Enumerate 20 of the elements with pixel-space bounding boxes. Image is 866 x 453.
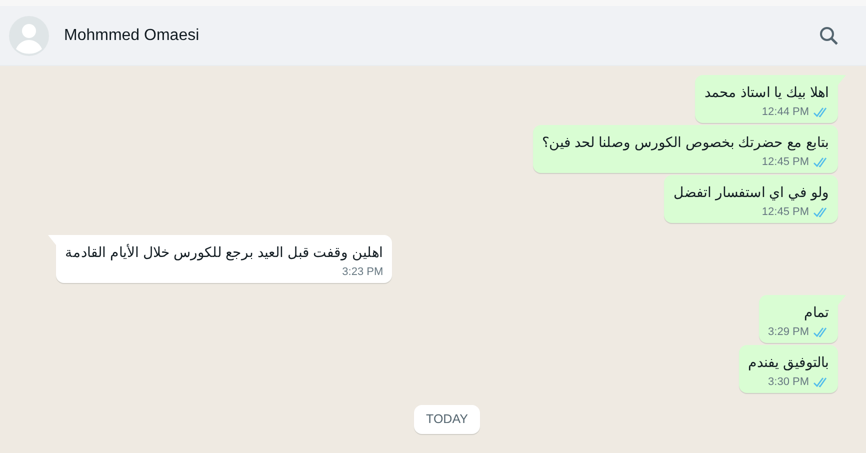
message-text: بالتوفيق يفندم xyxy=(748,353,829,372)
message-time: 12:44 PM xyxy=(762,105,809,120)
date-chip: TODAY xyxy=(414,405,480,434)
message-time: 3:30 PM xyxy=(768,375,809,390)
message-text: بتابع مع حضرتك بخصوص الكورس وصلنا لحد فين؟ xyxy=(542,133,829,152)
double-check-icon xyxy=(813,157,829,168)
message-text: ولو في اي استفسار اتفضل xyxy=(673,183,829,202)
message-time: 3:29 PM xyxy=(768,325,809,340)
double-check-icon xyxy=(813,327,829,338)
contact-name[interactable]: Mohmmed Omaesi xyxy=(64,24,200,48)
message-text: اهلين وقفت قبل العيد برجع للكورس خلال الأيام القادمة xyxy=(65,242,384,262)
double-check-icon xyxy=(813,377,829,388)
double-check-icon xyxy=(813,207,829,218)
search-icon[interactable] xyxy=(819,26,839,46)
message-time: 12:45 PM xyxy=(762,155,809,170)
double-check-icon xyxy=(813,107,829,118)
message-text: تمام xyxy=(803,303,829,322)
message-text: اهلا بيك يا استاذ محمد xyxy=(704,83,829,102)
message-time: 12:45 PM xyxy=(762,205,809,220)
message-time: 3:23 PM xyxy=(342,265,384,280)
